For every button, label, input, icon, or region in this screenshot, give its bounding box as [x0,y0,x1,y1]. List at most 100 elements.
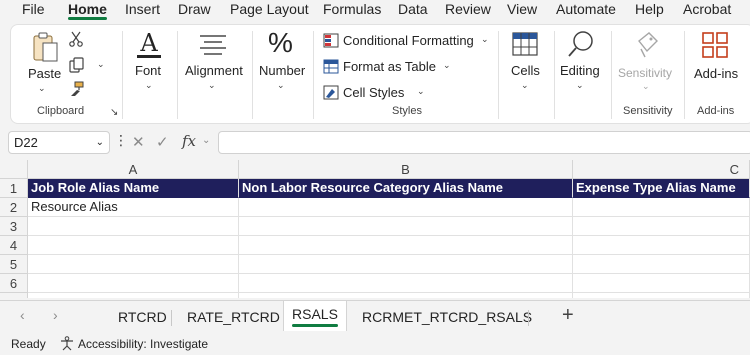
cell-a1[interactable]: Job Role Alias Name [28,179,239,198]
add-ins-label: Add-ins [694,66,739,81]
formula-bar: D22 ⌄ ⋮ ✕ ✓ fx ⌄ [0,129,750,157]
clipboard-group-label: Clipboard [37,105,85,117]
cell-a4[interactable] [28,236,239,255]
cell-b5[interactable] [239,255,573,274]
cell-b2[interactable] [239,198,573,217]
format-painter-icon[interactable] [69,81,85,97]
sensitivity-icon [638,32,658,58]
menu-file[interactable]: File [22,0,45,22]
row-header-5[interactable]: 5 [0,255,28,274]
copy-dropdown-icon[interactable]: ⌄ [97,59,105,70]
scroll-tabs-left-icon[interactable]: ‹ [20,307,25,323]
sheet-tab-rsals[interactable]: RSALS [283,301,347,331]
menu-acrobat[interactable]: Acrobat [683,0,731,22]
menu-home[interactable]: Home [68,0,107,22]
formula-dropdown-icon[interactable]: ⌄ [202,135,210,146]
cancel-icon[interactable]: ✕ [132,133,145,151]
cell-b7[interactable] [239,293,573,298]
cell-styles-dropdown-icon: ⌄ [417,86,425,96]
conditional-formatting-label: Conditional Formatting [343,33,474,48]
svg-text:A: A [139,29,158,57]
row-header-6[interactable]: 6 [0,274,28,293]
status-bar: Ready Accessibility: Investigate [0,333,750,355]
percent-icon: % [268,27,293,58]
row-header-7[interactable]: 7 [0,293,28,298]
alignment-label: Alignment [185,63,243,78]
cell-c6[interactable] [573,274,750,293]
menu-automate[interactable]: Automate [556,0,616,22]
add-ins-group-label: Add-ins [697,105,735,117]
cell-a2[interactable]: Resource Alias [28,198,239,217]
add-sheet-button[interactable]: + [562,304,574,327]
paste-label: Paste [28,66,62,81]
name-box[interactable]: D22 ⌄ [8,131,110,154]
menu-formulas[interactable]: Formulas [323,0,381,22]
row-header-3[interactable]: 3 [0,217,28,236]
name-box-value: D22 [14,135,38,150]
cell-c1[interactable]: Expense Type Alias Name [573,179,750,198]
more-options-icon[interactable]: ⋮ [114,132,128,149]
accessibility-icon[interactable] [60,336,74,351]
formula-input[interactable] [218,131,750,154]
cell-c7[interactable] [573,293,750,298]
format-as-table-label: Format as Table [343,59,436,74]
row-header-1[interactable]: 1 [0,179,28,198]
sheet-tab-rate-rtcrd[interactable]: RATE_RTCRD [187,309,280,325]
menu-view[interactable]: View [507,0,537,22]
row-header-2[interactable]: 2 [0,198,28,217]
paste-dropdown-icon[interactable]: ⌄ [38,83,46,94]
menu-review[interactable]: Review [445,0,491,22]
number-dropdown-icon: ⌄ [277,80,285,90]
copy-icon[interactable] [69,57,85,73]
cell-c4[interactable] [573,236,750,255]
search-icon [568,31,593,57]
cell-styles-icon [323,85,339,100]
sheet-tab-rcrmet-rtcrd-rsals[interactable]: RCRMET_RTCRD_RSALS [362,309,532,325]
cut-icon[interactable] [69,31,83,47]
cell-b3[interactable] [239,217,573,236]
row-header-4[interactable]: 4 [0,236,28,255]
font-icon: A [137,29,161,58]
scroll-tabs-right-icon[interactable]: › [53,307,58,323]
column-header-b[interactable]: B [239,160,573,179]
name-box-dropdown-icon[interactable]: ⌄ [96,132,104,153]
font-label: Font [135,63,162,78]
cell-a7[interactable] [28,293,239,298]
sensitivity-group-label: Sensitivity [623,105,673,117]
cell-c2[interactable] [573,198,750,217]
column-header-c[interactable]: C [573,160,750,179]
clipboard-launcher-icon[interactable]: ↘ [110,107,118,118]
column-header-a[interactable]: A [28,160,239,179]
conditional-formatting-icon [323,33,339,48]
cell-c5[interactable] [573,255,750,274]
number-label: Number [259,63,306,78]
cell-c3[interactable] [573,217,750,236]
sheet-tab-rtcrd[interactable]: RTCRD [118,309,167,325]
sheet-tab-rsals-label: RSALS [292,306,338,322]
sensitivity-label: Sensitivity [618,66,673,80]
menu-bar: File Home Insert Draw Page Layout Formul… [0,0,750,22]
cell-a5[interactable] [28,255,239,274]
cell-b4[interactable] [239,236,573,255]
menu-page-layout[interactable]: Page Layout [230,0,309,22]
sheet-tab-bar: ‹ › RTCRD RATE_RTCRD RSALS RCRMET_RTCRD_… [0,300,750,332]
menu-data[interactable]: Data [398,0,428,22]
accessibility-status[interactable]: Accessibility: Investigate [78,337,208,351]
styles-group-label: Styles [392,105,422,117]
insert-function-icon[interactable]: fx [182,132,196,150]
menu-help[interactable]: Help [635,0,664,22]
editing-dropdown-icon: ⌄ [576,80,584,90]
font-dropdown-icon: ⌄ [145,80,153,90]
enter-icon[interactable]: ✓ [156,133,169,151]
worksheet-grid: A B C 1 2 3 4 5 6 7 Job Role Alias Name … [0,160,750,298]
cell-styles-label: Cell Styles [343,85,405,100]
menu-draw[interactable]: Draw [178,0,211,22]
status-ready: Ready [11,337,46,351]
cell-a3[interactable] [28,217,239,236]
cell-b6[interactable] [239,274,573,293]
cell-b1[interactable]: Non Labor Resource Category Alias Name [239,179,573,198]
cells-dropdown-icon: ⌄ [521,80,529,90]
menu-insert[interactable]: Insert [125,0,160,22]
cell-a6[interactable] [28,274,239,293]
select-all-corner[interactable] [0,160,28,179]
